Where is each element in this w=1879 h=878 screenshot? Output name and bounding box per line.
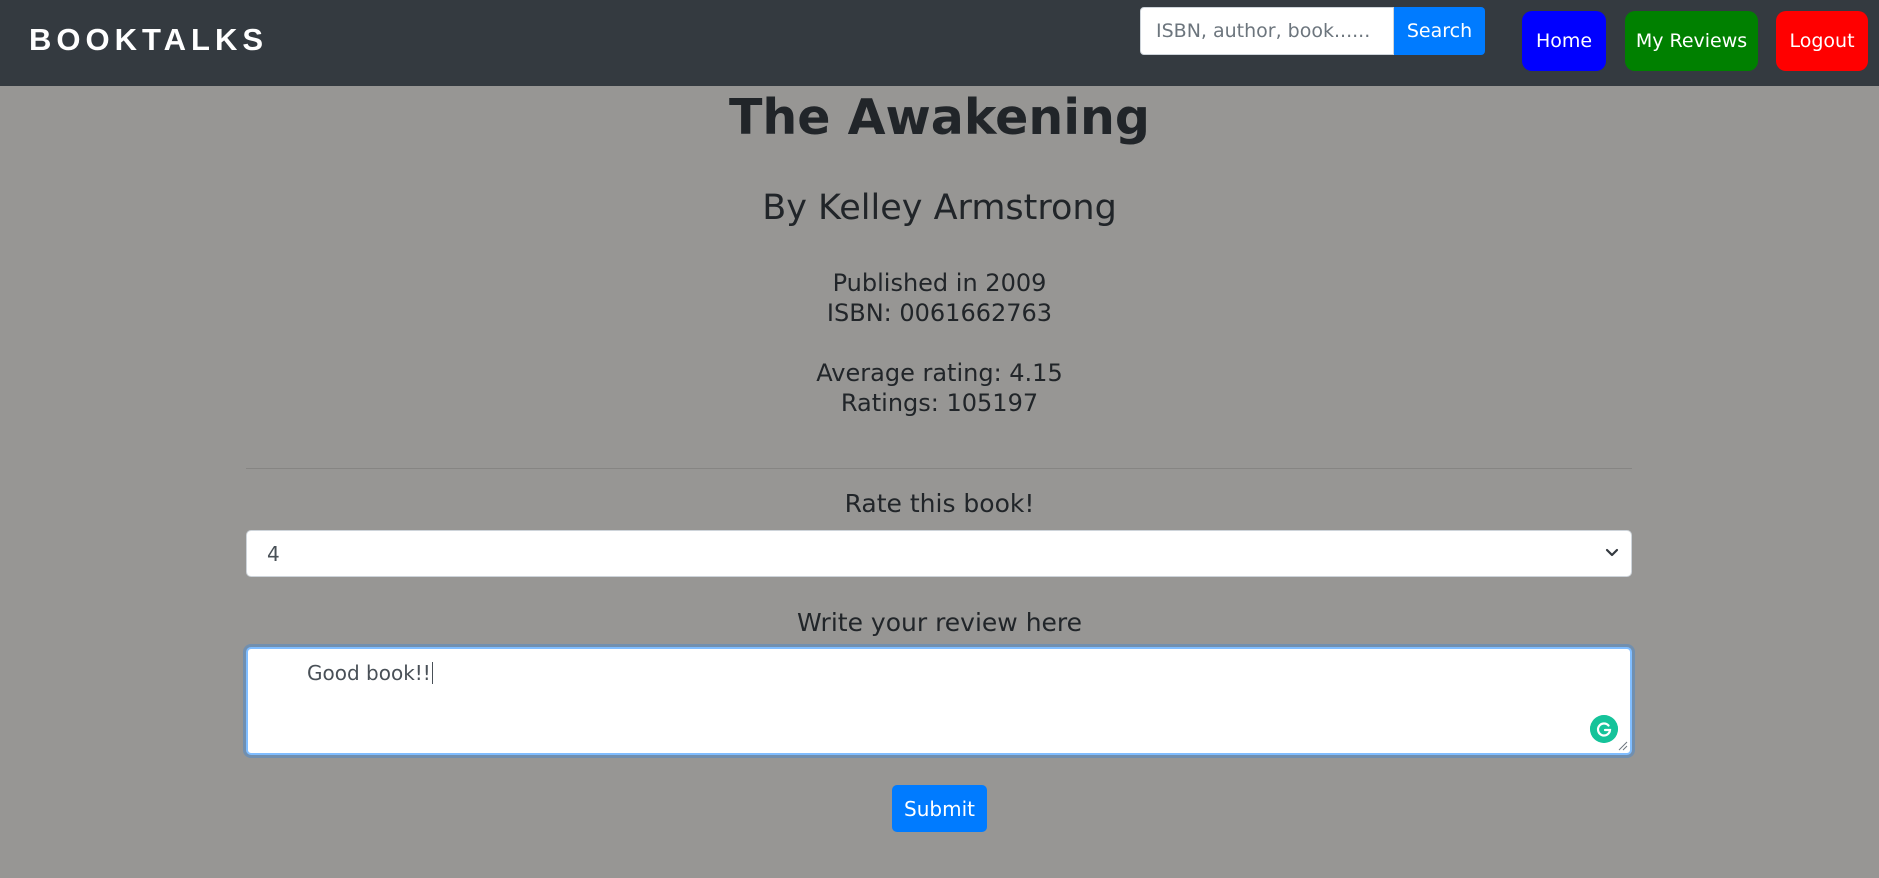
rating-select[interactable]: 4: [246, 530, 1632, 577]
review-text: Good book!!: [307, 661, 433, 685]
book-author: By Kelley Armstrong: [762, 188, 1117, 228]
home-button[interactable]: Home: [1522, 11, 1606, 71]
submit-button[interactable]: Submit: [892, 785, 987, 832]
chevron-down-icon: [1605, 548, 1619, 557]
review-label: Write your review here: [796, 608, 1083, 637]
search-button[interactable]: Search: [1394, 7, 1485, 55]
navbar: BOOKTALKS Search Home My Reviews Logout: [0, 0, 1879, 86]
book-title: The Awakening: [729, 89, 1150, 146]
logout-button[interactable]: Logout: [1776, 11, 1868, 71]
ratings-count: Ratings: 105197: [840, 389, 1039, 417]
review-textarea[interactable]: Good book!!: [246, 647, 1632, 755]
average-rating: Average rating: 4.15: [816, 359, 1063, 387]
brand-logo[interactable]: BOOKTALKS: [29, 22, 268, 58]
isbn: ISBN: 0061662763: [826, 299, 1053, 327]
published-year: Published in 2009: [832, 269, 1047, 297]
grammarly-icon[interactable]: [1590, 715, 1618, 743]
text-caret: [431, 662, 433, 684]
my-reviews-button[interactable]: My Reviews: [1625, 11, 1758, 71]
rating-select-value: 4: [267, 542, 280, 566]
rate-label: Rate this book!: [844, 489, 1035, 518]
resize-handle-icon[interactable]: [1616, 739, 1628, 751]
divider: [246, 468, 1632, 469]
search-input[interactable]: [1140, 7, 1394, 55]
